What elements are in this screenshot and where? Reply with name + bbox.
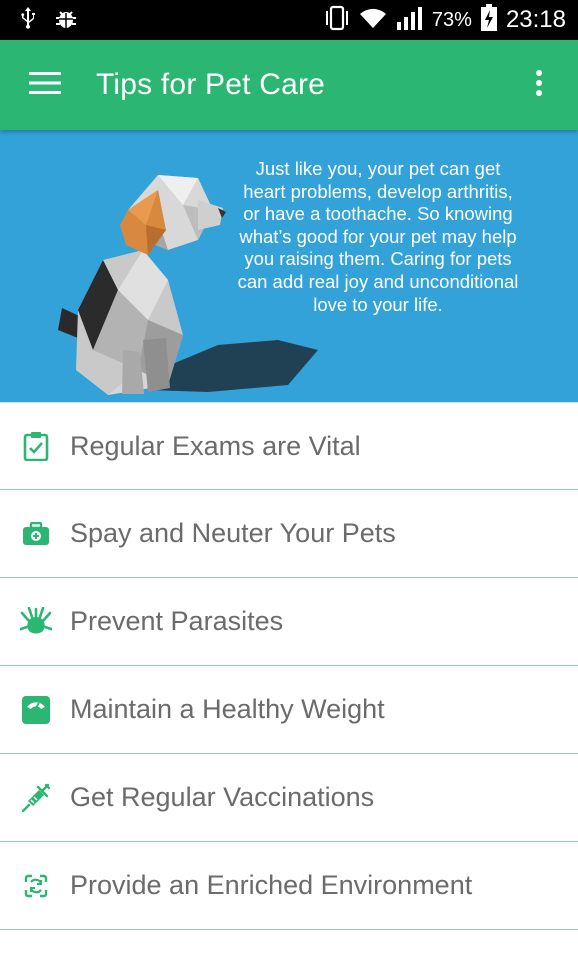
usb-icon	[20, 6, 36, 35]
hero-description: Just like you, your pet can get heart pr…	[237, 158, 519, 315]
list-item-healthy-weight[interactable]: Maintain a Healthy Weight	[0, 666, 578, 754]
list-item-prevent-parasites[interactable]: Prevent Parasites	[0, 578, 578, 666]
list-item-label: Prevent Parasites	[70, 606, 284, 636]
clipboard-check-icon	[0, 431, 70, 461]
list-item-label: Spay and Neuter Your Pets	[70, 518, 396, 548]
hero-banner: Just like you, your pet can get heart pr…	[0, 130, 578, 402]
clock: 23:18	[505, 6, 566, 33]
list-item-spay-neuter[interactable]: Spay and Neuter Your Pets	[0, 490, 578, 578]
parasite-icon	[0, 606, 70, 637]
more-vert-icon	[535, 69, 543, 102]
hamburger-menu-icon	[29, 71, 61, 99]
signal-icon	[396, 6, 424, 35]
list-item-label: Provide an Enriched Environment	[70, 870, 473, 900]
app-bar: Tips for Pet Care	[0, 40, 578, 130]
list-item-label: Regular Exams are Vital	[70, 430, 361, 461]
list-item-regular-exams[interactable]: Regular Exams are Vital	[0, 402, 578, 490]
list-item-enriched-environment[interactable]: Provide an Enriched Environment	[0, 842, 578, 930]
wifi-icon	[358, 6, 388, 35]
battery-charging-icon	[480, 3, 498, 37]
list-item-vaccinations[interactable]: Get Regular Vaccinations	[0, 754, 578, 842]
vibrate-icon	[324, 5, 350, 36]
bug-icon	[54, 7, 78, 34]
weight-scale-icon	[0, 695, 70, 725]
refresh-frame-icon	[0, 872, 70, 900]
battery-percent: 73%	[431, 8, 472, 31]
list-item-label: Get Regular Vaccinations	[70, 782, 375, 812]
overflow-menu-button[interactable]	[500, 40, 578, 130]
status-bar: 73% 23:18	[0, 0, 578, 40]
syringe-icon	[0, 783, 70, 813]
page-title: Tips for Pet Care	[96, 68, 326, 101]
tips-list: Regular Exams are Vital Spay and Neuter …	[0, 402, 578, 930]
menu-button[interactable]	[0, 40, 90, 130]
first-aid-kit-icon	[0, 521, 70, 546]
list-item-label: Maintain a Healthy Weight	[70, 694, 385, 724]
